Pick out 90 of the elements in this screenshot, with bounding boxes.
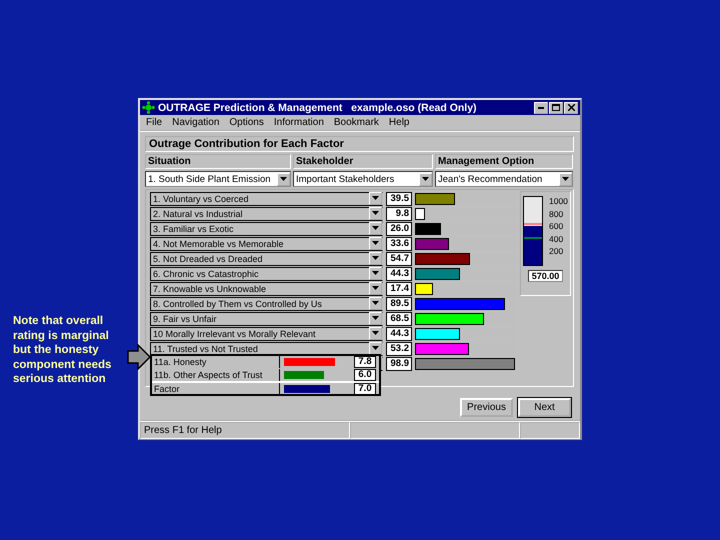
gauge-tick-label: 800 xyxy=(549,208,564,218)
maximize-icon xyxy=(552,104,560,111)
dropdown-field[interactable]: 1. South Side Plant Emission xyxy=(145,171,291,187)
factor-dropdown[interactable]: 9. Fair vs Unfair xyxy=(150,312,383,326)
factor-value: 68.5 xyxy=(386,312,412,326)
gauge-reading: 570.00 xyxy=(528,270,564,282)
caret-icon xyxy=(372,196,379,201)
close-button[interactable] xyxy=(564,102,578,114)
factor-dropdown[interactable]: 4. Not Memorable vs Memorable xyxy=(150,236,383,250)
factor-value: 39.5 xyxy=(386,192,412,206)
gauge-tick-label: 600 xyxy=(549,221,564,231)
menu-item[interactable]: Bookmark xyxy=(334,117,379,128)
caret-icon xyxy=(372,316,379,321)
caret-icon xyxy=(372,271,379,276)
factor-dropdown[interactable]: 7. Knowable vs Unknowable xyxy=(150,282,383,296)
app-logo-icon xyxy=(142,101,155,114)
dropdown-button[interactable] xyxy=(369,267,382,280)
breakdown-label: Factor xyxy=(153,384,181,394)
close-icon xyxy=(568,104,574,111)
dropdown-button[interactable] xyxy=(277,172,290,186)
minimize-button[interactable] xyxy=(534,102,548,114)
selector-label: Situation xyxy=(145,154,291,169)
caret-icon xyxy=(372,226,379,231)
threshold-line xyxy=(524,237,542,239)
annotation-note: Note that overall rating is marginal but the honesty component needs serious attention xyxy=(13,314,112,386)
maximize-button[interactable] xyxy=(549,102,563,114)
minimize-icon xyxy=(538,106,544,108)
factor-value: 53.2 xyxy=(386,342,412,356)
factor-value: 9.8 xyxy=(386,206,412,220)
section-heading: Outrage Contribution for Each Factor xyxy=(145,136,574,152)
breakdown-value: 7.0 xyxy=(354,382,376,394)
caret-icon xyxy=(372,331,379,336)
caret-icon xyxy=(372,241,379,246)
factor-value: 44.3 xyxy=(386,326,412,340)
dropdown-field[interactable]: Jean's Recommendation xyxy=(435,171,573,187)
caret-icon xyxy=(372,346,379,351)
caret-icon xyxy=(422,176,429,182)
nav-button[interactable]: Previous xyxy=(460,398,513,417)
dropdown-button[interactable] xyxy=(369,312,382,325)
dropdown-button[interactable] xyxy=(419,172,432,186)
breakdown-label: 11a. Honesty xyxy=(153,357,208,368)
dropdown-button[interactable] xyxy=(369,207,382,220)
dropdown-button[interactable] xyxy=(369,222,382,235)
caret-icon xyxy=(280,176,287,182)
menu-item[interactable]: File xyxy=(146,117,162,128)
dropdown-button[interactable] xyxy=(369,297,382,310)
dropdown-button[interactable] xyxy=(369,192,382,205)
menu-item[interactable]: Navigation xyxy=(172,117,220,128)
dropdown-button[interactable] xyxy=(369,237,382,250)
factor-value: 33.6 xyxy=(386,236,412,250)
factor-value: 44.3 xyxy=(386,266,412,280)
threshold-line xyxy=(524,223,542,225)
factor-value: 17.4 xyxy=(386,282,412,296)
menu-item[interactable]: Options xyxy=(229,117,264,128)
breakdown-value: 6.0 xyxy=(354,368,376,381)
selector-label: Stakeholder xyxy=(293,154,433,169)
caret-icon xyxy=(372,286,379,291)
menu-item[interactable]: Help xyxy=(388,117,410,128)
nav-button[interactable]: Next xyxy=(518,398,571,417)
factor-dropdown[interactable]: 2. Natural vs Industrial xyxy=(150,206,383,220)
factor-dropdown[interactable]: 3. Familiar vs Exotic xyxy=(150,222,383,236)
gauge-tick-label: 1000 xyxy=(549,196,568,206)
factor-value: 54.7 xyxy=(386,252,412,266)
factor-value: 89.5 xyxy=(386,296,412,310)
factor-value: 26.0 xyxy=(386,222,412,236)
dropdown-button[interactable] xyxy=(369,342,382,355)
caret-icon xyxy=(372,301,379,306)
gauge-tick-label: 400 xyxy=(549,234,564,244)
breakdown-label: 11b. Other Aspects of Trust xyxy=(153,370,264,380)
dropdown-button[interactable] xyxy=(559,172,572,186)
title-text: OUTRAGE Prediction & Management example.oso (Read Only) xyxy=(158,102,477,114)
dropdown-button[interactable] xyxy=(369,252,382,265)
factor-value: 98.9 xyxy=(386,356,412,370)
factor-dropdown[interactable]: 11. Trusted vs Not Trusted xyxy=(150,342,383,356)
menu-item[interactable]: Information xyxy=(274,117,324,128)
dropdown-button[interactable] xyxy=(369,327,382,340)
selector-label: Management Option xyxy=(435,154,573,169)
caret-icon xyxy=(372,256,379,261)
dropdown-field[interactable]: Important Stakeholders xyxy=(293,171,433,187)
caret-icon xyxy=(372,211,379,216)
caret-icon xyxy=(562,176,569,182)
factor-dropdown[interactable]: 1. Voluntary vs Coerced xyxy=(150,192,383,206)
status-text: Press F1 for Help xyxy=(140,422,350,439)
gauge-tick-label: 200 xyxy=(549,246,564,256)
breakdown-value: 7.8 xyxy=(354,356,376,368)
factor-dropdown[interactable]: 5. Not Dreaded vs Dreaded xyxy=(150,252,383,266)
dropdown-button[interactable] xyxy=(369,282,382,295)
factor-dropdown[interactable]: 8. Controlled by Them vs Controlled by Us xyxy=(150,296,383,310)
factor-dropdown[interactable]: 10 Morally Irrelevant vs Morally Relevant xyxy=(150,326,383,340)
factor-dropdown[interactable]: 6. Chronic vs Catastrophic xyxy=(150,266,383,280)
